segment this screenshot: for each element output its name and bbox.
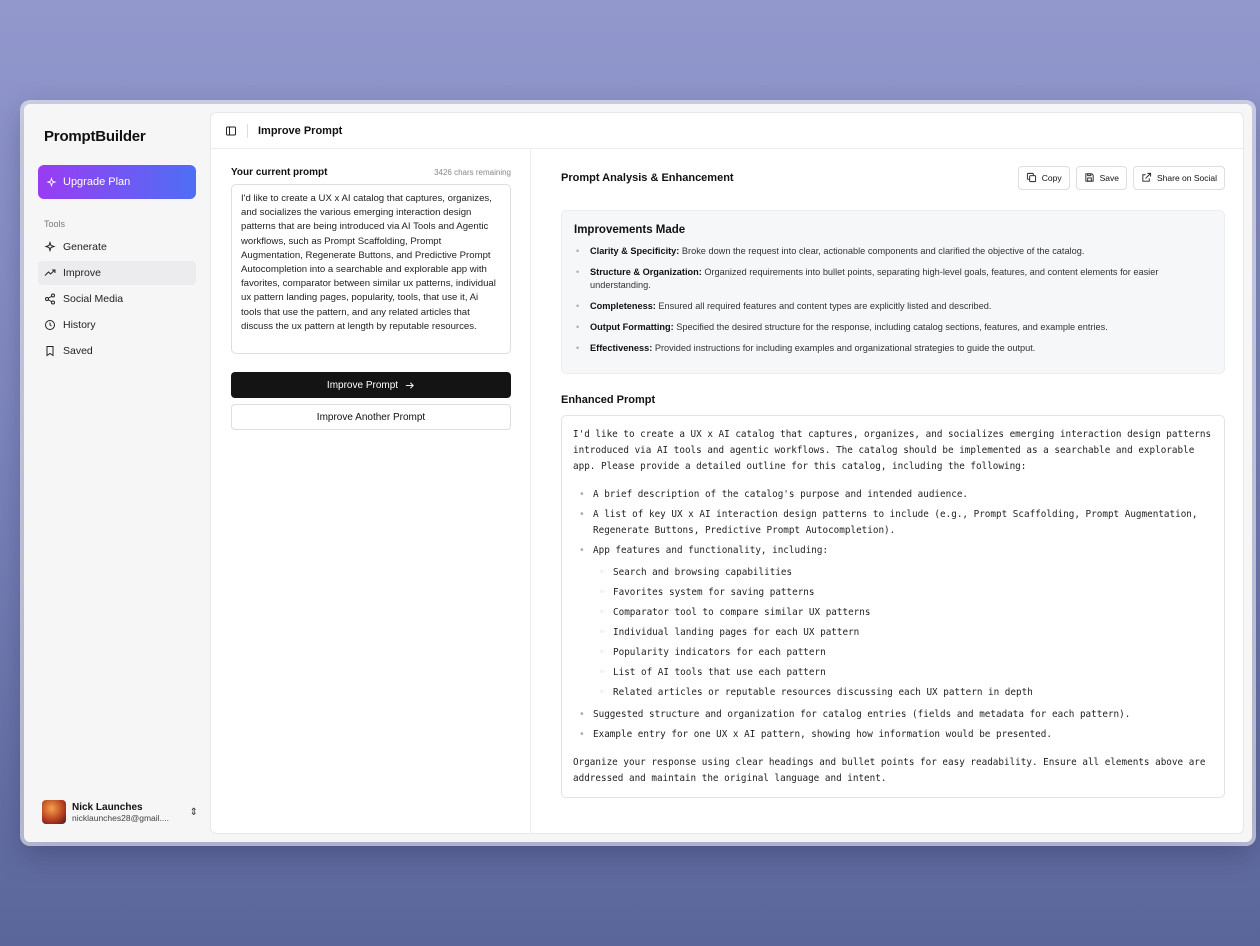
save-label: Save bbox=[1099, 172, 1119, 183]
copy-label: Copy bbox=[1041, 172, 1062, 183]
analysis-pane: Prompt Analysis & Enhancement Copy Save … bbox=[532, 149, 1243, 833]
improve-another-prompt-button[interactable]: Improve Another Prompt bbox=[231, 404, 511, 430]
enhanced-prompt-box: I'd like to create a UX x AI catalog tha… bbox=[561, 415, 1225, 798]
list-item: Search and browsing capabilities bbox=[593, 565, 1213, 581]
enhanced-prompt-title: Enhanced Prompt bbox=[561, 394, 656, 406]
copy-icon bbox=[1026, 172, 1036, 183]
sidebar-item-improve[interactable]: Improve bbox=[38, 261, 196, 285]
list-item: Completeness: Ensured all required featu… bbox=[574, 300, 1212, 313]
list-item: App features and functionality, includin… bbox=[573, 543, 1213, 701]
list-item: A brief description of the catalog's pur… bbox=[573, 487, 1213, 503]
analysis-title: Prompt Analysis & Enhancement bbox=[561, 171, 734, 184]
sparkle-icon bbox=[44, 241, 56, 253]
enhanced-intro: I'd like to create a UX x AI catalog tha… bbox=[573, 429, 1212, 472]
list-item: Comparator tool to compare similar UX pa… bbox=[593, 605, 1213, 621]
clock-icon bbox=[45, 320, 55, 330]
sidebar-item-saved[interactable]: Saved bbox=[38, 339, 196, 363]
sidebar-item-label: Saved bbox=[63, 345, 93, 357]
sidebar-item-social-media[interactable]: Social Media bbox=[38, 287, 196, 311]
list-item: Popularity indicators for each pattern bbox=[593, 645, 1213, 661]
save-button[interactable]: Save bbox=[1075, 165, 1127, 190]
bookmark-icon bbox=[46, 346, 54, 357]
sparkle-icon bbox=[46, 176, 57, 187]
sidebar-item-label: History bbox=[63, 319, 96, 331]
share-icon bbox=[45, 293, 55, 305]
tools-section-label: Tools bbox=[44, 219, 66, 229]
sidebar-toggle-icon[interactable] bbox=[225, 125, 237, 137]
sidebar-item-label: Improve bbox=[63, 267, 101, 279]
list-item: Example entry for one UX x AI pattern, s… bbox=[573, 727, 1213, 743]
share-label: Share on Social bbox=[1156, 172, 1217, 183]
list-item: Related articles or reputable resources … bbox=[593, 685, 1213, 701]
list-item: Suggested structure and organization for… bbox=[573, 707, 1213, 723]
user-email: nicklaunches28@gmail.... bbox=[72, 812, 169, 823]
main-panel: Improve Prompt Your current prompt 3426 … bbox=[210, 112, 1244, 834]
chevron-up-down-icon[interactable]: ⇕ bbox=[190, 807, 198, 818]
improvements-card: Improvements Made Clarity & Specificity:… bbox=[561, 210, 1225, 374]
arrow-right-icon bbox=[405, 381, 414, 389]
improve-prompt-button[interactable]: Improve Prompt bbox=[231, 372, 511, 398]
list-item: Clarity & Specificity: Broke down the re… bbox=[574, 245, 1212, 258]
sidebar-item-history[interactable]: History bbox=[38, 313, 196, 337]
enhanced-outro: Organize your response using clear headi… bbox=[573, 757, 1206, 784]
list-item: List of AI tools that use each pattern bbox=[593, 665, 1213, 681]
user-name: Nick Launches bbox=[72, 801, 143, 813]
prompt-textarea[interactable]: I'd like to create a UX x AI catalog tha… bbox=[231, 184, 511, 354]
improve-prompt-label: Improve Prompt bbox=[326, 379, 399, 391]
sidebar-item-label: Generate bbox=[63, 241, 107, 253]
improvements-title: Improvements Made bbox=[574, 224, 686, 236]
list-item: Structure & Organization: Organized requ… bbox=[574, 266, 1212, 292]
brand-logo: PromptBuilder bbox=[44, 128, 146, 145]
list-item: Output Formatting: Specified the desired… bbox=[574, 321, 1212, 334]
app-window: PromptBuilder Upgrade Plan Tools Generat… bbox=[24, 104, 1252, 842]
user-menu[interactable]: Nick Launches nicklaunches28@gmail.... ⇕ bbox=[42, 800, 198, 824]
prompt-label: Your current prompt bbox=[231, 167, 328, 178]
upgrade-plan-button[interactable]: Upgrade Plan bbox=[38, 165, 196, 199]
chars-remaining: 3426 chars remaining bbox=[434, 168, 511, 177]
trending-up-icon bbox=[44, 269, 56, 276]
upgrade-plan-label: Upgrade Plan bbox=[63, 176, 131, 188]
save-icon bbox=[1084, 173, 1094, 182]
copy-button[interactable]: Copy bbox=[1017, 165, 1070, 190]
sidebar-item-label: Social Media bbox=[63, 293, 124, 305]
topbar: Improve Prompt bbox=[211, 113, 1243, 149]
improvements-list: Clarity & Specificity: Broke down the re… bbox=[574, 245, 1212, 355]
page-title: Improve Prompt bbox=[258, 124, 343, 137]
list-item: Effectiveness: Provided instructions for… bbox=[574, 342, 1212, 355]
share-on-social-button[interactable]: Share on Social bbox=[1132, 165, 1225, 190]
prompt-input-pane: Your current prompt 3426 chars remaining… bbox=[211, 149, 531, 833]
topbar-divider bbox=[247, 123, 248, 138]
list-item: A list of key UX x AI interaction design… bbox=[573, 507, 1213, 539]
avatar bbox=[42, 800, 66, 824]
sidebar-item-generate[interactable]: Generate bbox=[38, 235, 196, 259]
list-item: Favorites system for saving patterns bbox=[593, 585, 1213, 601]
external-link-icon bbox=[1142, 172, 1152, 182]
sidebar: PromptBuilder Upgrade Plan Tools Generat… bbox=[24, 104, 210, 842]
list-item: Individual landing pages for each UX pat… bbox=[593, 625, 1213, 641]
